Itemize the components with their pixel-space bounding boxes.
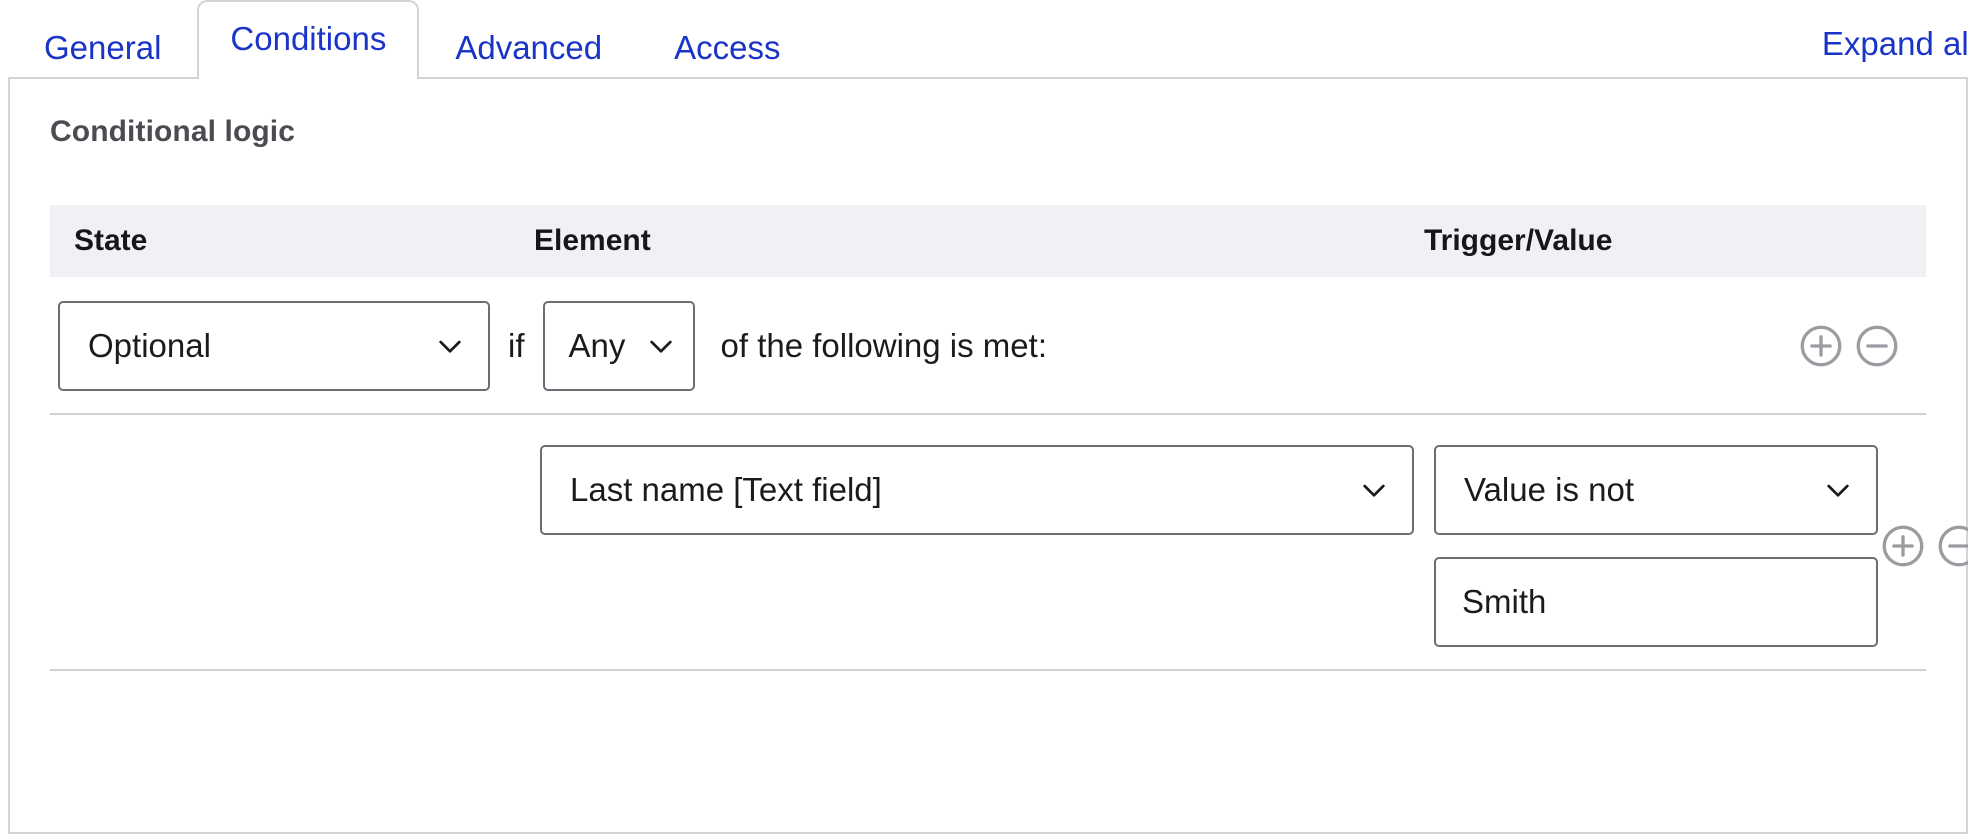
chevron-down-icon	[439, 340, 461, 353]
any-select[interactable]: Any	[542, 301, 695, 391]
add-rule-icon[interactable]	[1878, 521, 1928, 571]
remove-condition-icon[interactable]	[1852, 321, 1902, 371]
state-select-value: Optional	[88, 327, 211, 364]
value-input-value: Smith	[1462, 583, 1547, 620]
following-is-met-label: of the following is met:	[720, 327, 1048, 364]
tab-conditions[interactable]: Conditions	[197, 0, 420, 81]
state-select[interactable]: Optional	[58, 301, 490, 391]
conditions-panel: Conditional logic State Element Trigger/…	[8, 79, 1968, 834]
column-header-trigger-value: Trigger/Value	[1424, 224, 1613, 257]
tab-bar: General Conditions Advanced Access Expan…	[0, 0, 1968, 81]
state-row: Optional if Any of the following is met:	[50, 277, 1926, 415]
rule-row-trigger-cell: Value is not Smith	[1434, 445, 1878, 647]
state-row-actions	[1796, 321, 1926, 371]
trigger-select-value: Value is not	[1464, 471, 1634, 508]
tab-general[interactable]: General	[8, 17, 197, 79]
trigger-select[interactable]: Value is not	[1434, 445, 1878, 535]
chevron-down-icon	[649, 340, 672, 353]
element-select-value: Last name [Text field]	[570, 471, 882, 508]
state-row-fields: Optional if Any of the following is met:	[50, 301, 1796, 391]
conditional-logic-table: State Element Trigger/Value Optional if …	[50, 205, 1968, 671]
rule-row-actions	[1878, 521, 1968, 571]
add-condition-icon[interactable]	[1796, 321, 1846, 371]
if-label: if	[508, 327, 525, 364]
tab-advanced[interactable]: Advanced	[419, 17, 638, 79]
panel-title: Conditional logic	[50, 115, 296, 148]
table-row: Last name [Text field] Value is not Smit…	[50, 415, 1968, 671]
tab-access[interactable]: Access	[638, 17, 816, 79]
table-header-row: State Element Trigger/Value	[50, 205, 1926, 277]
chevron-down-icon	[1363, 484, 1385, 497]
value-input[interactable]: Smith	[1434, 557, 1878, 647]
expand-all-link[interactable]: Expand all	[1822, 25, 1968, 79]
chevron-down-icon	[1827, 484, 1849, 497]
tab-list: General Conditions Advanced Access	[8, 0, 817, 81]
column-header-element: Element	[534, 224, 651, 257]
element-select[interactable]: Last name [Text field]	[540, 445, 1414, 535]
any-select-value: Any	[568, 327, 626, 364]
rule-row-element-cell: Last name [Text field]	[540, 445, 1414, 535]
column-header-state: State	[74, 224, 148, 257]
remove-rule-icon[interactable]	[1934, 521, 1968, 571]
